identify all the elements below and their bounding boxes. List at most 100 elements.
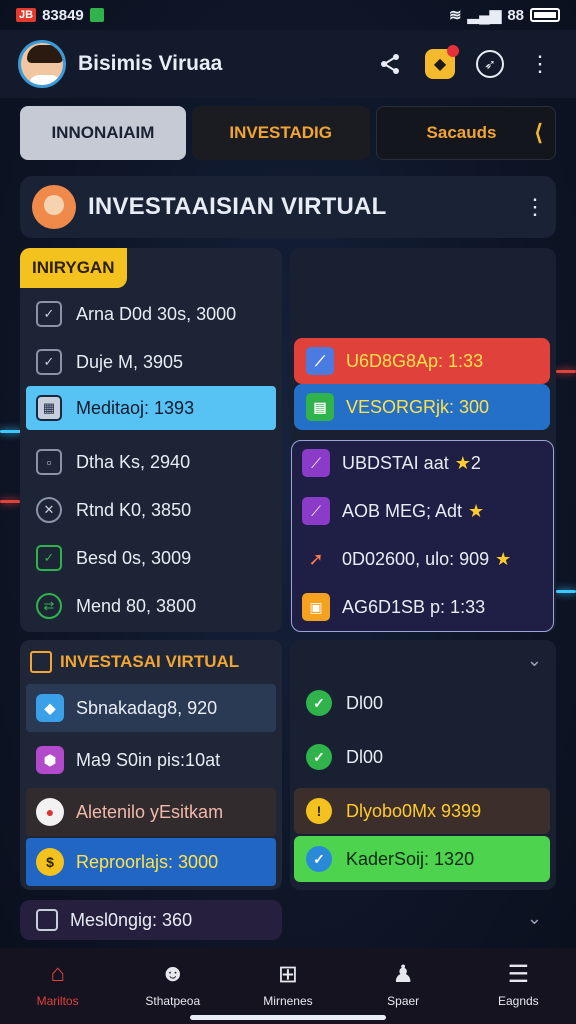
- inventory-panel: INIRYGAN ✓ Arna D0d 30s, 3000 ✓ Duje M, 39…: [20, 248, 282, 632]
- nav-item-menu[interactable]: ☰ Eagnds: [470, 960, 566, 1009]
- grid-icon: ▤: [306, 393, 334, 421]
- tab-innonaiaim[interactable]: INNONAIAIM: [20, 106, 186, 160]
- close-icon: ✕: [36, 497, 62, 523]
- trend-icon: ⟋: [302, 497, 330, 525]
- nav-item-spaer[interactable]: ♟ Spaer: [355, 960, 451, 1009]
- list-item[interactable]: ◆ Sbnakadag8, 920: [26, 684, 276, 732]
- message-row[interactable]: Mesl0ngig: 360: [20, 900, 282, 940]
- list-item[interactable]: ⟋ AOB MEG; Adt ★: [302, 489, 542, 533]
- battery-icon: [530, 8, 560, 22]
- star-icon: ★: [454, 452, 471, 473]
- list-item-label: Mend 80, 3800: [76, 595, 197, 616]
- decorative-streak: [0, 500, 20, 503]
- list-item-label: Meditaoj: 1393: [76, 397, 195, 418]
- nav-item-label: Sthatpeoa: [145, 994, 201, 1008]
- list-item[interactable]: ⟋ UBDSTAI aat ★ 2: [302, 441, 542, 485]
- status-row[interactable]: ✓ Dl00: [294, 680, 550, 726]
- list-item[interactable]: ✓ Duje M, 3905: [26, 340, 276, 384]
- status-row[interactable]: ✓ Dl00: [294, 734, 550, 780]
- menu-icon: ☰: [507, 960, 530, 988]
- status-label: Dlyobo0Mx 9399: [346, 800, 482, 821]
- check-circle-icon: ✓: [306, 744, 332, 770]
- list-item-label: Sbnakadag8, 920: [76, 697, 218, 718]
- more-options-icon[interactable]: ⋮: [522, 46, 558, 82]
- bottom-nav: ⌂ Mariltos ☻ Sthatpeoa ⊞ Mirnenes ♟ Spaer ☰ E…: [0, 948, 576, 1024]
- swap-icon: ⇄: [36, 593, 62, 619]
- notification-badge: JB: [16, 8, 37, 22]
- checkbox-icon: ✓: [36, 349, 62, 375]
- nav-item-label: Spaer: [387, 994, 420, 1008]
- wifi-icon: ≋: [449, 7, 462, 24]
- stat-label: VESORGRjk: 300: [346, 396, 490, 417]
- shield-icon: ◆: [36, 694, 64, 722]
- list-item[interactable]: ⇄ Mend 80, 3800: [26, 584, 276, 628]
- chart-icon: ⟋: [306, 347, 334, 375]
- section-title: INVESTAAISIAN VIRTUAL: [88, 193, 387, 220]
- list-item[interactable]: ✓ Arna D0d 30s, 3000: [26, 292, 276, 336]
- nav-item-stats[interactable]: ☻ Sthatpeoa: [125, 960, 221, 1008]
- bag-icon: ●: [36, 798, 64, 826]
- tab-bar: INNONAIAIM INVESTADIG Sacauds ⟨: [20, 106, 557, 160]
- home-indicator: [190, 1015, 386, 1020]
- status-row[interactable]: ! Dlyobo0Mx 9399: [294, 788, 550, 834]
- list-item[interactable]: ● Aletenilo yEsitkam: [26, 788, 276, 836]
- home-icon: ⌂: [50, 960, 65, 987]
- stat-row-blue[interactable]: ▤ VESORGRjk: 300: [294, 384, 550, 430]
- trend-icon: ⟋: [302, 449, 330, 477]
- tab-sacauds-label: Sacauds: [426, 123, 497, 142]
- nav-item-label: Eagnds: [497, 994, 539, 1008]
- list-item-label: Reproorlajs: 3000: [76, 851, 219, 872]
- list-item-label: UBDSTAI aat: [342, 452, 449, 473]
- bell-icon: ◆: [425, 45, 459, 79]
- list-item-label: AOB MEG; Adt: [342, 500, 463, 521]
- panel-tag: INIRYGAN: [20, 248, 127, 288]
- status-row[interactable]: ✓ KaderSoij: 1320: [294, 836, 550, 882]
- list-item-selected[interactable]: ▦ Meditaoj: 1393: [26, 386, 276, 430]
- compass-button[interactable]: ➶: [472, 46, 508, 82]
- status-label: Dl00: [346, 746, 384, 767]
- grid-icon: ▦: [36, 395, 62, 421]
- nav-item-home[interactable]: ⌂ Mariltos: [10, 960, 106, 1008]
- plus-box-icon: ⊞: [277, 960, 299, 988]
- more-options-icon[interactable]: ⋮: [524, 194, 546, 220]
- nav-item-members[interactable]: ⊞ Mirnenes: [240, 960, 336, 1009]
- square-icon: ▫: [36, 449, 62, 475]
- achievements-list: ⟋ UBDSTAI aat ★ 2 ⟋ AOB MEG; Adt ★ ➚ 0D02600, …: [291, 440, 554, 632]
- rating-value: 2: [470, 452, 481, 473]
- hexagon-icon: ⬢: [36, 746, 64, 774]
- share-icon[interactable]: [372, 46, 408, 82]
- notification-bell-button[interactable]: ◆: [422, 45, 459, 82]
- gift-icon: ▣: [302, 593, 330, 621]
- stat-row-red[interactable]: ⟋ U6D8G8Ap: 1:33: [294, 338, 550, 384]
- list-item[interactable]: ▣ AG6D1SB p: 1:33: [302, 585, 542, 629]
- alien-icon: ☻: [160, 960, 186, 987]
- list-item[interactable]: ⬢ Ma9 S0in pis:10at: [26, 736, 276, 784]
- status-panel: ⌄ ✓ Dl00 ✓ Dl00 ! Dlyobo0Mx 9399 ✓ KaderSoij…: [290, 640, 556, 890]
- app-screen: JB 83849 ≋ ▂▄▆ 88 Bisimis Viruaa ◆ ➶ ⋮ I…: [0, 0, 576, 1024]
- status-label: Dl00: [346, 692, 384, 713]
- panel-header: INVESTASAI VIRTUAL: [30, 640, 239, 684]
- list-item[interactable]: ▫ Dtha Ks, 2940: [26, 440, 276, 484]
- coin-icon: $: [36, 848, 64, 876]
- checkbox-icon: ✓: [36, 301, 62, 327]
- list-item-label: AG6D1SB p: 1:33: [342, 596, 486, 617]
- avatar[interactable]: [18, 40, 66, 88]
- status-label: KaderSoij: 1320: [346, 848, 475, 869]
- tab-investadig[interactable]: INVESTADIG: [191, 106, 370, 160]
- signal-icon: ▂▄▆: [467, 7, 502, 24]
- list-item[interactable]: ✓ Besd 0s, 3009: [26, 536, 276, 580]
- list-item[interactable]: $ Reproorlajs: 3000: [26, 838, 276, 886]
- tab-sacauds[interactable]: Sacauds ⟨: [375, 106, 557, 160]
- chevron-down-icon[interactable]: ⌄: [527, 650, 542, 671]
- app-header: Bisimis Viruaa ◆ ➶ ⋮: [0, 30, 576, 98]
- box-icon: [36, 909, 58, 931]
- list-item-label: Dtha Ks, 2940: [76, 451, 191, 472]
- chevron-down-icon[interactable]: ⌄: [527, 908, 542, 929]
- list-item[interactable]: ➚ 0D02600, ulo: 909 ★: [302, 537, 542, 581]
- list-item: Mesl0ngig: 360: [26, 896, 276, 944]
- status-clock: 88: [507, 6, 524, 24]
- nav-item-label: Mariltos: [36, 994, 79, 1008]
- decorative-streak: [0, 430, 22, 433]
- people-icon: ♟: [392, 960, 414, 988]
- list-item[interactable]: ✕ Rtnd K0, 3850: [26, 488, 276, 532]
